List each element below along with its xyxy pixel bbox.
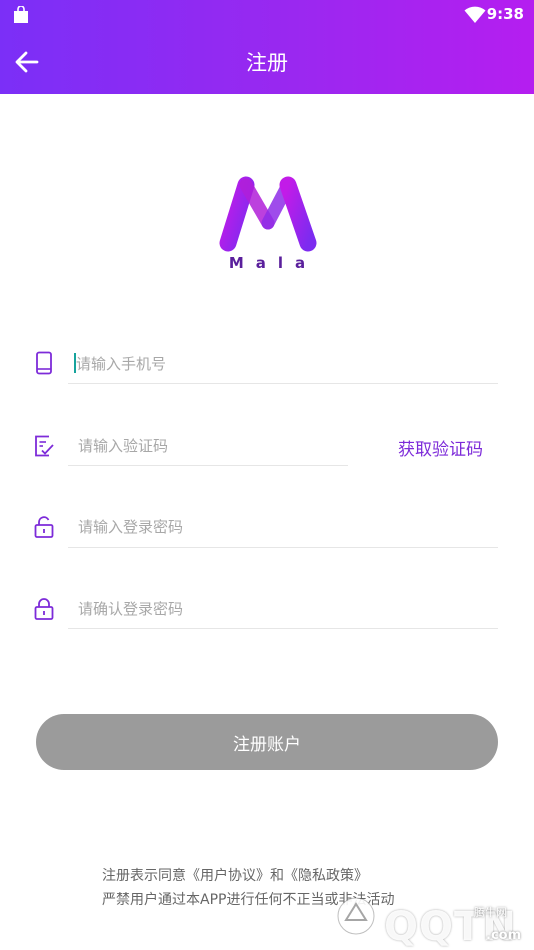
terms-and: 和 [270,868,284,884]
confirm-password-divider [68,628,498,629]
navbar: 注册 [0,30,534,94]
status-bar: 9:38 [0,0,534,30]
terms-prefix: 注册表示同意 [102,868,186,884]
verification-code-icon [35,435,54,457]
page-title: 注册 [246,51,288,75]
lock-icon [34,598,54,620]
header-bar: 9:38 注册 [0,0,534,94]
verification-code-input[interactable] [78,435,338,457]
phone-input[interactable] [76,353,496,375]
logo-text: Mala [228,254,318,272]
password-divider [68,547,498,548]
confirm-password-input[interactable] [78,598,498,620]
password-input[interactable] [78,516,498,538]
shopping-bag-icon [14,6,28,23]
watermark-domain: .com [486,928,522,943]
watermark-site: 腾牛网 [474,906,507,919]
register-button[interactable]: 注册账户 [36,714,498,770]
phone-divider [68,383,498,384]
get-code-button[interactable]: 获取验证码 [398,435,483,460]
wifi-icon [464,6,486,23]
status-time: 9:38 [486,5,524,23]
phone-icon [36,351,52,375]
user-agreement-link[interactable]: 《用户协议》 [186,868,270,884]
lock-open-icon [34,516,54,538]
code-divider [68,465,348,466]
privacy-policy-link[interactable]: 《隐私政策》 [284,868,368,884]
